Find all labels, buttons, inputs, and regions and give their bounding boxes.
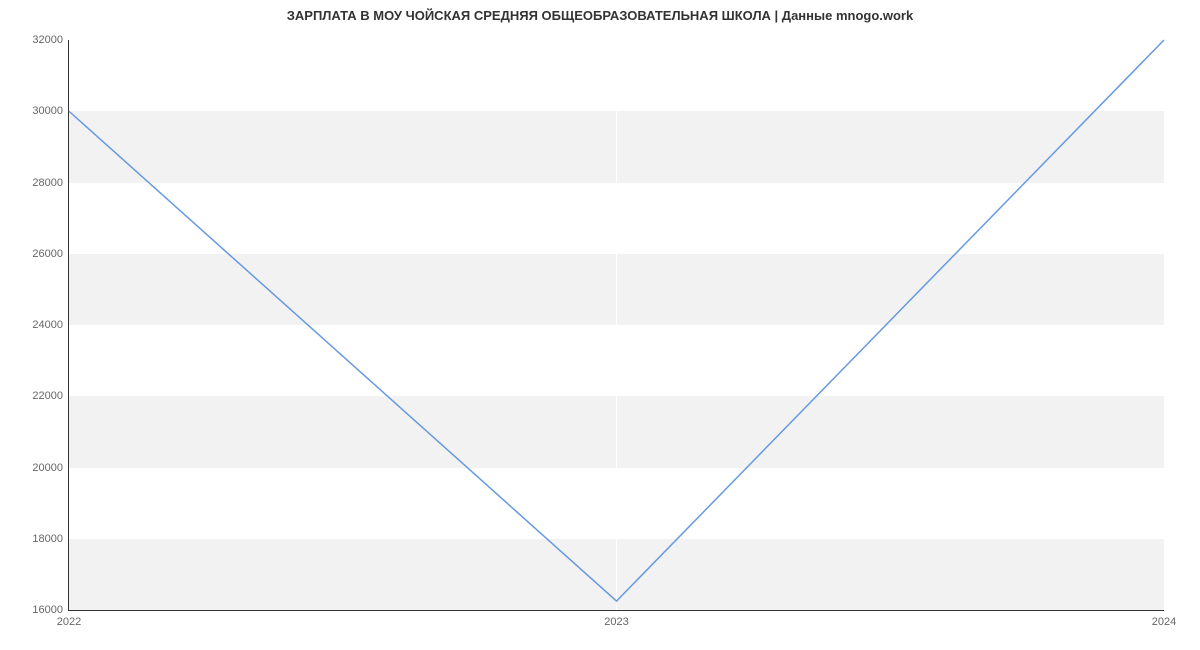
x-tick-label: 2024	[1152, 610, 1176, 628]
chart-title: ЗАРПЛАТА В МОУ ЧОЙСКАЯ СРЕДНЯЯ ОБЩЕОБРАЗ…	[0, 8, 1200, 23]
x-tick-label: 2023	[604, 610, 628, 628]
plot-area: 1600018000200002200024000260002800030000…	[68, 40, 1164, 611]
y-tick-label: 28000	[32, 177, 69, 189]
y-tick-label: 24000	[32, 319, 69, 331]
x-tick-label: 2022	[57, 610, 81, 628]
series-line	[69, 40, 1164, 601]
y-tick-label: 32000	[32, 34, 69, 46]
y-tick-label: 20000	[32, 462, 69, 474]
y-tick-label: 26000	[32, 248, 69, 260]
y-tick-label: 22000	[32, 390, 69, 402]
chart-container: ЗАРПЛАТА В МОУ ЧОЙСКАЯ СРЕДНЯЯ ОБЩЕОБРАЗ…	[0, 0, 1200, 650]
line-layer	[69, 40, 1164, 610]
y-tick-label: 18000	[32, 533, 69, 545]
y-tick-label: 30000	[32, 105, 69, 117]
